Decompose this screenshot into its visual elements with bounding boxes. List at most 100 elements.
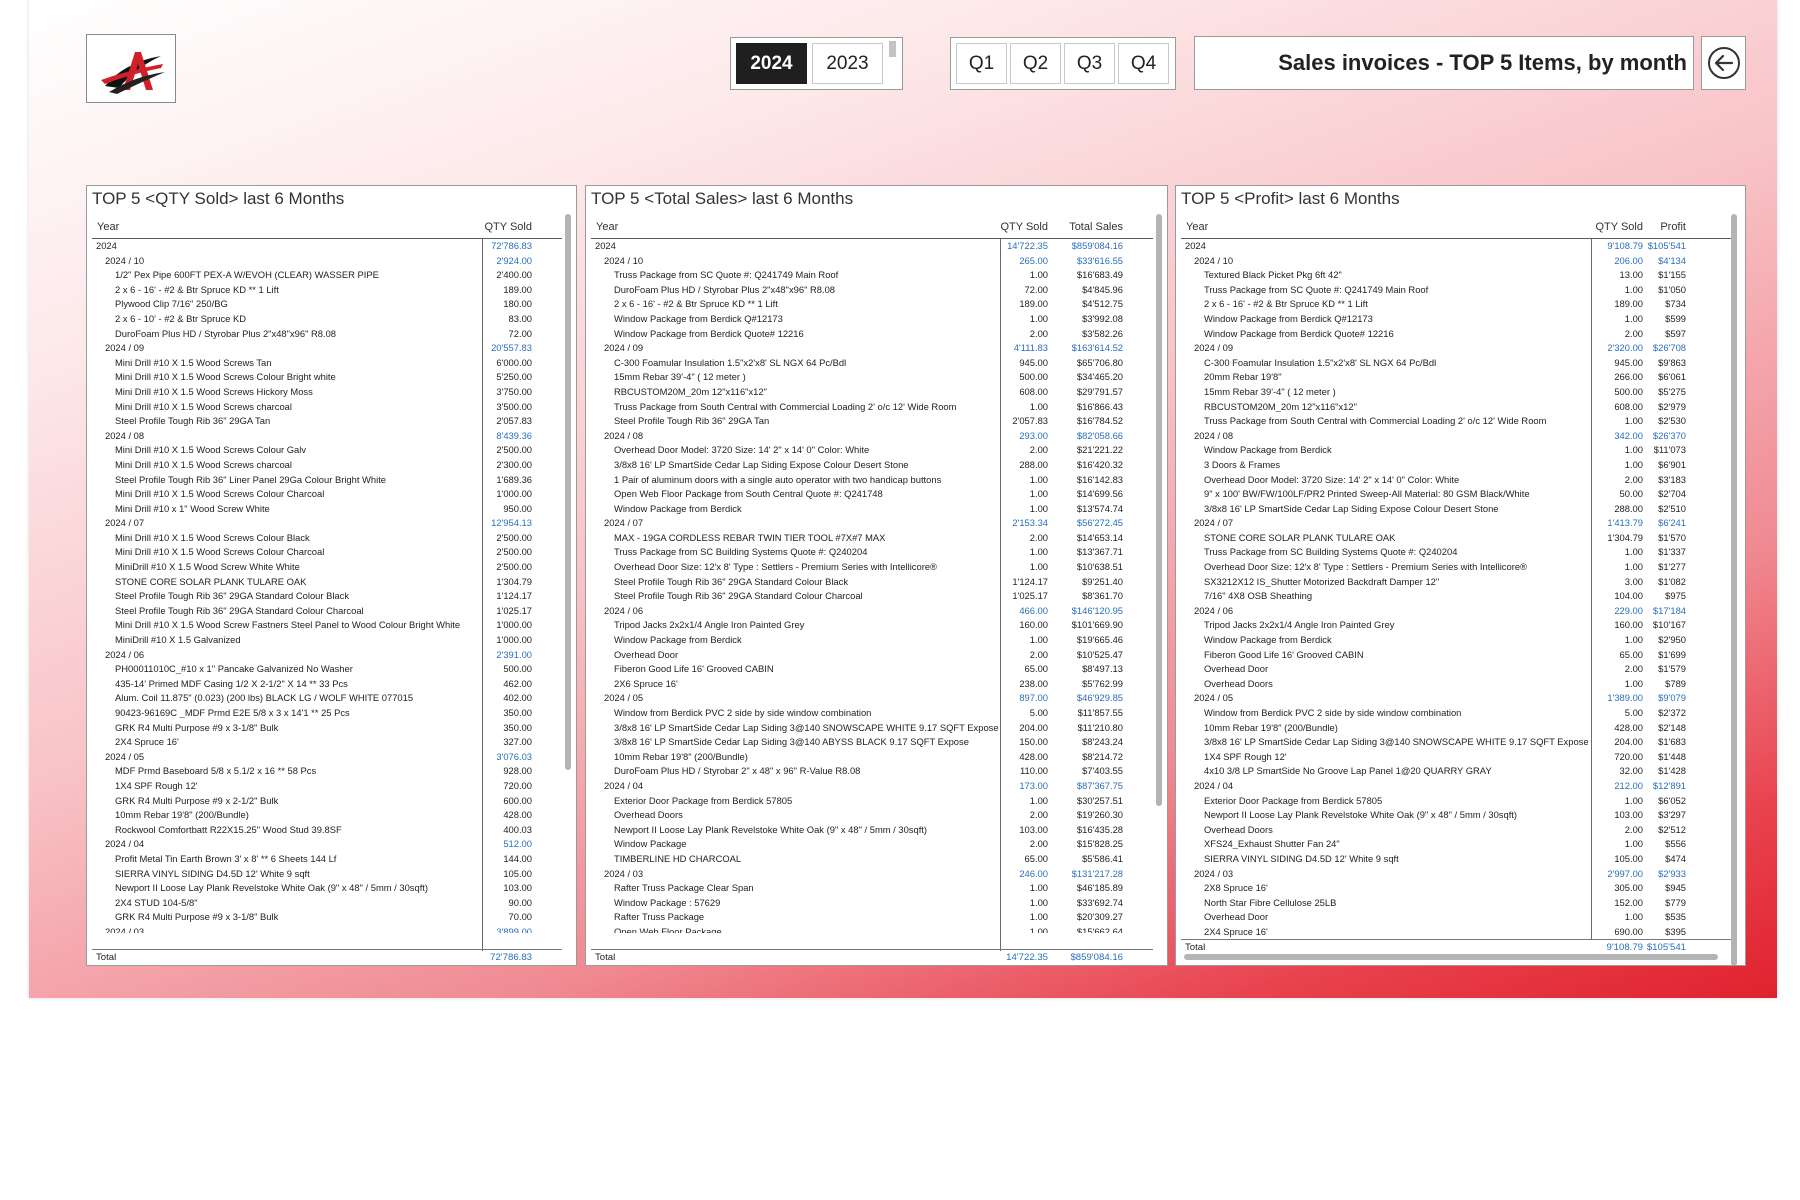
table-row[interactable]: Rafter Truss Package Clear Span 1.00 $46'1… bbox=[591, 881, 1153, 896]
table-row[interactable]: Mini Drill #10 x 1" Wood Screw White 950.… bbox=[92, 502, 562, 517]
table-row[interactable]: Window Package from Berdick Q#12173 1.00 $… bbox=[1181, 312, 1731, 327]
table-row[interactable]: DuroFoam Plus HD / Styrobar Plus 2"x48"x… bbox=[92, 327, 562, 342]
year-button-2023[interactable]: 2023 bbox=[812, 43, 883, 84]
table-row[interactable]: Window Package : 57629 1.00 $33'692.74 bbox=[591, 896, 1153, 911]
quarter-button-q3[interactable]: Q3 bbox=[1064, 43, 1115, 84]
table-row[interactable]: 2 x 6 - 16' - #2 & Btr Spruce KD ** 1 Li… bbox=[92, 283, 562, 298]
table-row[interactable]: Mini Drill #10 X 1.5 Wood Screws Colour … bbox=[92, 545, 562, 560]
table-row[interactable]: Steel Profile Tough Rib 36" Liner Panel … bbox=[92, 473, 562, 488]
table-row[interactable]: Rafter Truss Package 1.00 $20'309.27 bbox=[591, 910, 1153, 925]
group-row[interactable]: 2024 / 05 3'076.03 bbox=[92, 750, 562, 765]
group-row[interactable]: 2024 / 03 2'997.00 $2'933 bbox=[1181, 867, 1731, 882]
table-row[interactable]: 2 x 6 - 10' - #2 & Btr Spruce KD 83.00 bbox=[92, 312, 562, 327]
table-row[interactable]: 1/2" Pex Pipe 600FT PEX-A W/EVOH (CLEAR)… bbox=[92, 268, 562, 283]
table-row[interactable]: STONE CORE SOLAR PLANK TULARE OAK 1'304.7… bbox=[92, 575, 562, 590]
table-row[interactable]: MiniDrill #10 X 1.5 Galvanized 1'000.00 bbox=[92, 633, 562, 648]
table-row[interactable]: Mini Drill #10 X 1.5 Wood Screws charcoa… bbox=[92, 400, 562, 415]
table-row[interactable]: MAX - 19GA CORDLESS REBAR TWIN TIER TOOL… bbox=[591, 531, 1153, 546]
table-row[interactable]: Window Package from Berdick 1.00 $11'073 bbox=[1181, 443, 1731, 458]
vertical-scrollbar[interactable] bbox=[1731, 214, 1737, 965]
table-row[interactable]: 90423-96169C _MDF Prmd E2E 5/8 x 3 x 14'… bbox=[92, 706, 562, 721]
group-row[interactable]: 2024 / 09 20'557.83 bbox=[92, 341, 562, 356]
table-row[interactable]: Mini Drill #10 X 1.5 Wood Screws Colour … bbox=[92, 487, 562, 502]
group-row[interactable]: 2024 / 07 12'954.13 bbox=[92, 516, 562, 531]
group-row[interactable]: 2024 / 04 512.00 bbox=[92, 837, 562, 852]
table-row[interactable]: Mini Drill #10 X 1.5 Wood Screws Tan 6'00… bbox=[92, 356, 562, 371]
table-row[interactable]: Window Package from Berdick Q#12173 1.00 $… bbox=[591, 312, 1153, 327]
group-row[interactable]: 2024 / 06 229.00 $17'184 bbox=[1181, 604, 1731, 619]
group-row[interactable]: 2024 / 06 2'391.00 bbox=[92, 648, 562, 663]
table-row[interactable]: Profit Metal Tin Earth Brown 3' x 8' ** … bbox=[92, 852, 562, 867]
quarter-button-q1[interactable]: Q1 bbox=[956, 43, 1007, 84]
table-row[interactable]: 3/8x8 16' LP SmartSide Cedar Lap Siding … bbox=[1181, 735, 1731, 750]
horizontal-scrollbar[interactable] bbox=[1184, 954, 1718, 960]
table-row[interactable]: Truss Package from South Central with Co… bbox=[591, 400, 1153, 415]
group-row[interactable]: 2024 72'786.83 bbox=[92, 239, 562, 254]
table-row[interactable]: Truss Package from SC Building Systems Q… bbox=[1181, 545, 1731, 560]
table-row[interactable]: Window from Berdick PVC 2 side by side w… bbox=[1181, 706, 1731, 721]
table-row[interactable]: RBCUSTOM20M_20m 12"x116"x12" 608.00 $29'79… bbox=[591, 385, 1153, 400]
column-header-qty-sold[interactable]: QTY Sold bbox=[485, 221, 533, 233]
table-row[interactable]: C-300 Foamular Insulation 1.5"x2'x8' SL … bbox=[1181, 356, 1731, 371]
table-row[interactable]: Overhead Doors 2.00 $19'260.30 bbox=[591, 808, 1153, 823]
table-row[interactable]: XFS24_Exhaust Shutter Fan 24" 1.00 $556 bbox=[1181, 837, 1731, 852]
table-row[interactable]: DuroFoam Plus HD / Styrobar Plus 2"x48"x… bbox=[591, 283, 1153, 298]
table-row[interactable]: SX3212X12 IS_Shutter Motorized Backdraft… bbox=[1181, 575, 1731, 590]
table-row[interactable]: TIMBERLINE HD CHARCOAL 65.00 $5'586.41 bbox=[591, 852, 1153, 867]
column-header-year[interactable]: Year bbox=[97, 221, 119, 233]
table-row[interactable]: Truss Package from SC Quote #: Q241749 M… bbox=[591, 268, 1153, 283]
table-row[interactable]: Mini Drill #10 X 1.5 Wood Screws Colour … bbox=[92, 531, 562, 546]
group-row[interactable]: 2024 / 08 293.00 $82'058.66 bbox=[591, 429, 1153, 444]
group-row[interactable]: 2024 / 10 265.00 $33'616.55 bbox=[591, 254, 1153, 269]
table-row[interactable]: Mini Drill #10 X 1.5 Wood Screws Colour … bbox=[92, 370, 562, 385]
table-row[interactable]: 1 Pair of aluminum doors with a single a… bbox=[591, 473, 1153, 488]
table-row[interactable]: SIERRA VINYL SIDING D4.5D 12' White 9 sq… bbox=[1181, 852, 1731, 867]
quarter-button-q4[interactable]: Q4 bbox=[1118, 43, 1169, 84]
year-button-2024[interactable]: 2024 bbox=[736, 43, 807, 84]
table-row[interactable]: Fiberon Good Life 16' Grooved CABIN 65.00… bbox=[1181, 648, 1731, 663]
group-row[interactable]: 2024 9'108.79 $105'541 bbox=[1181, 239, 1731, 254]
table-row[interactable]: Window Package from Berdick Quote# 12216… bbox=[1181, 327, 1731, 342]
column-header-qty-sold[interactable]: QTY Sold bbox=[1596, 221, 1644, 233]
table-row[interactable]: 1X4 SPF Rough 12' 720.00 bbox=[92, 779, 562, 794]
group-row[interactable]: 2024 / 07 1'413.79 $6'241 bbox=[1181, 516, 1731, 531]
table-row[interactable]: Open Web Floor Package 1.00 $15'662.64 bbox=[591, 925, 1153, 933]
table-row[interactable]: 2X4 STUD 104-5/8" 90.00 bbox=[92, 896, 562, 911]
year-slicer-scrollbar[interactable] bbox=[889, 41, 896, 57]
table-row[interactable]: 15mm Rebar 39'-4" ( 12 meter ) 500.00 $34'… bbox=[591, 370, 1153, 385]
group-row[interactable]: 2024 / 03 246.00 $131'217.28 bbox=[591, 867, 1153, 882]
group-row[interactable]: 2024 / 05 897.00 $46'929.85 bbox=[591, 691, 1153, 706]
table-row[interactable]: 2 x 6 - 16' - #2 & Btr Spruce KD ** 1 Li… bbox=[1181, 297, 1731, 312]
group-row[interactable]: 2024 / 06 466.00 $146'120.95 bbox=[591, 604, 1153, 619]
table-row[interactable]: Plywood Clip 7/16" 250/BG 180.00 bbox=[92, 297, 562, 312]
table-row[interactable]: PH00011010C_#10 x 1" Pancake Galvanized … bbox=[92, 662, 562, 677]
group-row[interactable]: 2024 / 05 1'389.00 $9'079 bbox=[1181, 691, 1731, 706]
table-row[interactable]: Overhead Door Model: 3720 Size: 14' 2" x… bbox=[1181, 473, 1731, 488]
column-header-total-sales[interactable]: Total Sales bbox=[1069, 221, 1123, 233]
group-row[interactable]: 2024 / 07 2'153.34 $56'272.45 bbox=[591, 516, 1153, 531]
table-row[interactable]: 10mm Rebar 19'8" (200/Bundle) 428.00 $2'14… bbox=[1181, 721, 1731, 736]
group-row[interactable]: 2024 / 03 3'899.00 bbox=[92, 925, 562, 933]
table-row[interactable]: DuroFoam Plus HD / Styrobar 2" x 48" x 9… bbox=[591, 764, 1153, 779]
table-row[interactable]: Fiberon Good Life 16' Grooved CABIN 65.00… bbox=[591, 662, 1153, 677]
table-row[interactable]: Mini Drill #10 X 1.5 Wood Screws Hickory… bbox=[92, 385, 562, 400]
table-row[interactable]: RBCUSTOM20M_20m 12"x116"x12" 608.00 $2'979 bbox=[1181, 400, 1731, 415]
table-row[interactable]: 4x10 3/8 LP SmartSide No Groove Lap Pane… bbox=[1181, 764, 1731, 779]
table-row[interactable]: Steel Profile Tough Rib 36" 29GA Standar… bbox=[591, 575, 1153, 590]
table-row[interactable]: 3/8x8 16' LP SmartSide Cedar Lap Siding … bbox=[1181, 502, 1731, 517]
table-row[interactable]: Alum. Coil 11.875" (0.023) (200 lbs) BLA… bbox=[92, 691, 562, 706]
table-row[interactable]: 10mm Rebar 19'8" (200/Bundle) 428.00 $8'21… bbox=[591, 750, 1153, 765]
group-row[interactable]: 2024 / 08 342.00 $26'370 bbox=[1181, 429, 1731, 444]
table-row[interactable]: GRK R4 Multi Purpose #9 x 3-1/8" Bulk 350… bbox=[92, 721, 562, 736]
table-row[interactable]: 3 Doors & Frames 1.00 $6'901 bbox=[1181, 458, 1731, 473]
table-row[interactable]: 2 x 6 - 16' - #2 & Btr Spruce KD ** 1 Li… bbox=[591, 297, 1153, 312]
table-row[interactable]: Steel Profile Tough Rib 36" 29GA Standar… bbox=[92, 604, 562, 619]
column-header-profit[interactable]: Profit bbox=[1660, 221, 1686, 233]
table-row[interactable]: SIERRA VINYL SIDING D4.5D 12' White 9 sq… bbox=[92, 867, 562, 882]
table-row[interactable]: Steel Profile Tough Rib 36" 29GA Standar… bbox=[92, 589, 562, 604]
table-row[interactable]: 2X6 Spruce 16' 238.00 $5'762.99 bbox=[591, 677, 1153, 692]
table-row[interactable]: Overhead Door Size: 12'x 8' Type : Settl… bbox=[1181, 560, 1731, 575]
table-row[interactable]: Window Package from Berdick 1.00 $19'665.4… bbox=[591, 633, 1153, 648]
group-row[interactable]: 2024 / 04 212.00 $12'891 bbox=[1181, 779, 1731, 794]
group-row[interactable]: 2024 / 09 2'320.00 $26'708 bbox=[1181, 341, 1731, 356]
